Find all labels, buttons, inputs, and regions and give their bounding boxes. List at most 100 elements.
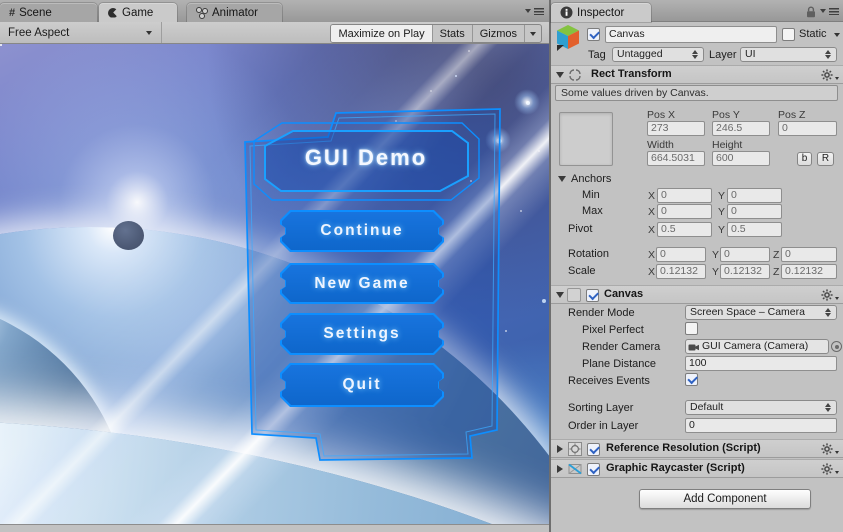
new-game-button-label: New Game — [282, 265, 442, 302]
game-menu-title: GUI Demo — [304, 145, 428, 170]
pivot-y-field[interactable]: 0.5 — [727, 222, 782, 237]
gameobject-name-field[interactable]: Canvas — [605, 26, 777, 43]
gear-icon[interactable] — [821, 443, 839, 456]
order-in-layer-field[interactable]: 0 — [685, 418, 837, 433]
static-checkbox[interactable] — [782, 28, 795, 41]
object-picker-icon[interactable] — [831, 341, 842, 352]
tab-game[interactable]: Game — [99, 3, 177, 22]
static-label: Static — [799, 28, 827, 40]
rotation-z-field[interactable]: 0 — [781, 247, 837, 262]
tab-inspector[interactable]: Inspector — [551, 3, 651, 22]
rotation-x-field[interactable]: 0 — [656, 247, 706, 262]
scale-z-field[interactable]: 0.12132 — [781, 264, 837, 279]
game-icon — [108, 7, 118, 18]
animator-icon — [196, 6, 208, 19]
plane-distance-label: Plane Distance — [582, 358, 656, 370]
game-view-panel: # Scene Game Animator Free Aspect Maximi… — [0, 0, 549, 532]
inspector-panel: Inspector Canvas Static Tag Untagged Lay… — [551, 0, 843, 532]
foldout-open-icon[interactable] — [556, 72, 564, 78]
pos-z-field[interactable]: 0 — [778, 121, 837, 136]
tab-scene[interactable]: # Scene — [0, 3, 97, 22]
new-game-button[interactable]: New Game — [280, 263, 444, 304]
continue-button[interactable]: Continue — [280, 210, 444, 252]
sorting-layer-label: Sorting Layer — [568, 402, 634, 414]
anchor-min-y-field[interactable]: 0 — [727, 188, 782, 203]
reference-resolution-enabled-checkbox[interactable] — [587, 442, 600, 456]
pane-menu-icon[interactable] — [820, 7, 840, 16]
rotation-y-field[interactable]: 0 — [720, 247, 770, 262]
render-camera-object-field[interactable]: GUI Camera (Camera) — [685, 339, 829, 354]
aspect-dropdown[interactable]: Free Aspect — [0, 22, 162, 43]
chevron-down-icon — [530, 31, 536, 36]
static-dropdown-caret[interactable] — [834, 33, 840, 37]
gear-icon[interactable] — [821, 463, 839, 476]
canvas-component-header[interactable]: Canvas — [551, 285, 843, 304]
info-icon — [560, 6, 573, 19]
reference-resolution-header[interactable]: Reference Resolution (Script) — [551, 439, 843, 458]
quit-button[interactable]: Quit — [280, 363, 444, 407]
dropdown-spinner-icon — [825, 50, 832, 60]
axis-x-label: X — [648, 190, 656, 202]
pos-y-field[interactable]: 246.5 — [712, 121, 770, 136]
tag-label: Tag — [588, 49, 606, 61]
graphic-raycaster-header[interactable]: Graphic Raycaster (Script) — [551, 459, 843, 478]
rect-transform-icon — [569, 69, 581, 81]
foldout-open-icon[interactable] — [556, 292, 564, 298]
sorting-layer-dropdown[interactable]: Default — [685, 400, 837, 415]
anchor-max-y-field[interactable]: 0 — [727, 204, 782, 219]
rect-transform-header[interactable]: Rect Transform — [551, 65, 843, 84]
pixel-perfect-label: Pixel Perfect — [582, 324, 644, 336]
gameobject-cube-icon[interactable] — [555, 24, 581, 52]
width-field[interactable]: 664.5031 — [647, 151, 705, 166]
pos-x-field[interactable]: 273 — [647, 121, 705, 136]
window-bottom-strip — [0, 524, 549, 532]
anchors-foldout-icon[interactable] — [558, 176, 566, 182]
anchor-min-x-field[interactable]: 0 — [657, 188, 712, 203]
graphic-raycaster-enabled-checkbox[interactable] — [587, 462, 600, 476]
game-viewport[interactable]: GUI Demo Continue New Game Settings Quit — [0, 44, 549, 524]
raw-edit-mode-button[interactable]: R — [817, 152, 834, 166]
rotation-label: Rotation — [568, 248, 609, 260]
foldout-closed-icon[interactable] — [557, 445, 563, 453]
axis-y-label: Y — [712, 266, 720, 278]
canvas-component-icon — [567, 288, 581, 302]
pivot-x-field[interactable]: 0.5 — [657, 222, 712, 237]
pixel-perfect-checkbox[interactable] — [685, 322, 698, 335]
anchor-max-x-field[interactable]: 0 — [657, 204, 712, 219]
tab-game-label: Game — [122, 6, 154, 19]
settings-button[interactable]: Settings — [280, 313, 444, 355]
maximize-on-play-button[interactable]: Maximize on Play — [331, 25, 432, 42]
scene-icon: # — [9, 6, 16, 19]
anchors-label: Anchors — [571, 173, 612, 185]
blueprint-mode-button[interactable]: b — [797, 152, 812, 166]
receives-events-checkbox[interactable] — [685, 373, 698, 386]
gizmos-dropdown-caret[interactable] — [524, 25, 541, 42]
gameobject-active-checkbox[interactable] — [587, 28, 600, 41]
tab-animator[interactable]: Animator — [187, 3, 282, 22]
stats-button[interactable]: Stats — [431, 25, 472, 42]
foldout-closed-icon[interactable] — [557, 465, 563, 473]
render-mode-label: Render Mode — [568, 307, 635, 319]
driven-values-infobox: Some values driven by Canvas. — [555, 85, 838, 101]
pane-menu-icon[interactable] — [525, 7, 545, 16]
gizmos-button[interactable]: Gizmos — [471, 25, 524, 42]
gear-icon[interactable] — [821, 69, 839, 82]
tag-dropdown[interactable]: Untagged — [612, 47, 704, 62]
camera-icon — [688, 344, 699, 351]
layer-dropdown[interactable]: UI — [740, 47, 837, 62]
continue-button-label: Continue — [282, 212, 442, 250]
plane-distance-field[interactable]: 100 — [685, 356, 837, 371]
scale-x-field[interactable]: 0.12132 — [656, 264, 706, 279]
axis-y-label: Y — [712, 249, 720, 261]
render-mode-dropdown[interactable]: Screen Space – Camera — [685, 305, 837, 320]
add-component-button[interactable]: Add Component — [639, 489, 811, 509]
height-field[interactable]: 600 — [712, 151, 770, 166]
gear-icon[interactable] — [821, 289, 839, 302]
inspector-tabbar: Inspector — [551, 0, 843, 22]
canvas-enabled-checkbox[interactable] — [586, 288, 599, 302]
dropdown-spinner-icon — [825, 403, 832, 413]
axis-x-label: X — [648, 249, 656, 261]
axis-x-label: X — [648, 224, 656, 236]
lock-icon[interactable] — [805, 6, 817, 18]
scale-y-field[interactable]: 0.12132 — [720, 264, 770, 279]
